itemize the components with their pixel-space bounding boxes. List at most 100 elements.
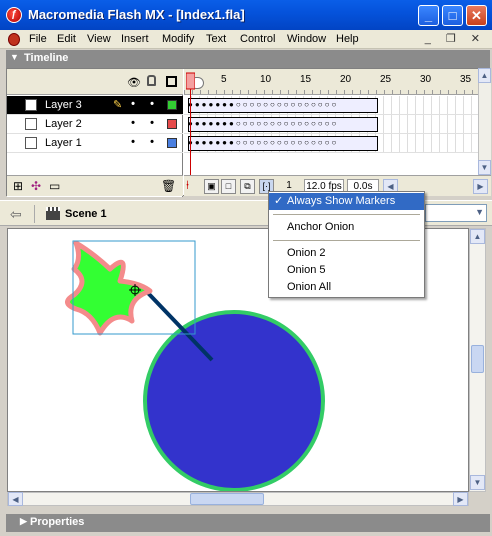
layer-name[interactable]: Layer 2 xyxy=(45,118,82,130)
document-window-buttons[interactable]: _ ❐ ✕ xyxy=(425,32,486,45)
keyframe-dots: ●●●●●●●○○○○○○○○○○○○○○○ xyxy=(188,100,339,109)
layer-row[interactable]: Layer 2 • • xyxy=(7,115,183,134)
insert-layer-icon[interactable]: ⊞ xyxy=(13,179,23,193)
layer-name[interactable]: Layer 1 xyxy=(45,137,82,149)
center-frame-icon[interactable]: ⍿ xyxy=(186,178,189,193)
layer-icon xyxy=(25,137,37,149)
lock-dot[interactable]: • xyxy=(147,136,157,148)
timeline-vertical-scrollbar[interactable]: ▲ ▼ xyxy=(478,68,491,175)
properties-header[interactable]: ▶ Properties xyxy=(6,514,490,532)
layer-name[interactable]: Layer 3 xyxy=(45,99,82,111)
onion-skin-icon[interactable]: ▣ xyxy=(204,179,219,194)
scroll-up-button[interactable]: ▲ xyxy=(470,229,485,244)
frame-row[interactable]: ●●●●●●●○○○○○○○○○○○○○○○ xyxy=(184,134,478,153)
keyframe-dots: ●●●●●●●○○○○○○○○○○○○○○○ xyxy=(188,138,339,147)
menu-separator xyxy=(273,240,420,241)
layer-color-swatch[interactable] xyxy=(167,138,177,148)
zoom-dropdown[interactable]: ▼ xyxy=(425,204,487,222)
title-bar: ƒ Macromedia Flash MX - [Index1.fla] _ □… xyxy=(0,0,492,30)
menu-file[interactable]: File xyxy=(29,33,47,45)
ruler-label: 35 xyxy=(460,74,472,85)
menu-bar: File Edit View Insert Modify Text Contro… xyxy=(0,30,492,49)
visibility-dot[interactable]: • xyxy=(128,98,138,110)
menu-onion-all[interactable]: Onion All xyxy=(269,279,424,296)
visibility-dot[interactable]: • xyxy=(128,117,138,129)
menu-edit[interactable]: Edit xyxy=(57,33,76,45)
menu-item-label: Onion 2 xyxy=(287,247,326,259)
outline-icon[interactable] xyxy=(166,76,177,87)
timeline-panel: 👁 Layer 3 ✎ • • Layer 2 • • Layer 1 • • xyxy=(6,68,491,197)
scene-name[interactable]: Scene 1 xyxy=(65,208,107,220)
chevron-down-icon[interactable]: ▼ xyxy=(475,207,484,217)
lock-icon[interactable] xyxy=(147,75,156,86)
scroll-up-button[interactable]: ▲ xyxy=(478,68,491,83)
onion-outline-icon[interactable]: □ xyxy=(221,179,236,194)
minimize-button[interactable]: _ xyxy=(418,5,439,26)
scroll-thumb[interactable] xyxy=(190,493,264,505)
pencil-icon: ✎ xyxy=(113,99,123,111)
menu-insert[interactable]: Insert xyxy=(121,33,149,45)
blue-circle[interactable] xyxy=(143,310,325,491)
scroll-left-button[interactable]: ◀ xyxy=(8,492,23,506)
timeline-title: Timeline xyxy=(24,52,69,64)
back-arrow-icon[interactable]: ⇦ xyxy=(10,206,22,223)
layer-icon xyxy=(25,118,37,130)
timeline-scroll-right[interactable]: ▶ xyxy=(473,179,488,194)
check-icon: ✓ xyxy=(274,195,284,207)
flash-icon: ƒ xyxy=(6,7,22,23)
layer-row[interactable]: Layer 1 • • xyxy=(7,134,183,153)
lock-dot[interactable]: • xyxy=(147,98,157,110)
collapse-triangle-icon[interactable]: ▼ xyxy=(10,52,19,62)
onion-markers-menu: ✓ Always Show Markers Anchor Onion Onion… xyxy=(268,191,425,298)
document-icon[interactable] xyxy=(8,33,20,46)
lock-dot[interactable]: • xyxy=(147,117,157,129)
maximize-button[interactable]: □ xyxy=(442,5,463,26)
stage-vertical-scrollbar[interactable]: ▲ ▼ xyxy=(469,228,486,492)
scroll-down-button[interactable]: ▼ xyxy=(470,475,485,490)
ruler-label: 5 xyxy=(221,74,227,85)
menu-anchor-onion[interactable]: Anchor Onion xyxy=(269,219,424,236)
close-button[interactable]: ✕ xyxy=(466,5,487,26)
layer-tools: ⊞ ✣ ▭ 🗑 xyxy=(7,175,183,196)
layer-row[interactable]: Layer 3 ✎ • • xyxy=(7,96,183,115)
frame-row[interactable]: ●●●●●●●○○○○○○○○○○○○○○○ xyxy=(184,115,478,134)
eye-icon[interactable]: 👁 xyxy=(127,76,141,89)
trash-icon[interactable]: 🗑 xyxy=(161,179,176,193)
ruler-label: 25 xyxy=(380,74,392,85)
frame-grid[interactable]: 5 10 15 20 25 30 35 ●●●●●●●○○○○○○○○○○○○○… xyxy=(184,69,478,175)
visibility-dot[interactable]: • xyxy=(128,136,138,148)
add-guide-layer-icon[interactable]: ✣ xyxy=(31,179,41,193)
menu-item-label: Always Show Markers xyxy=(287,195,396,207)
menu-always-show-markers[interactable]: ✓ Always Show Markers xyxy=(269,193,424,210)
timeline-header[interactable]: ▼ Timeline xyxy=(6,50,490,68)
frame-row[interactable]: ●●●●●●●○○○○○○○○○○○○○○○ xyxy=(184,96,478,115)
layer-color-swatch[interactable] xyxy=(167,119,177,129)
ruler-label: 20 xyxy=(340,74,352,85)
stage-horizontal-scrollbar[interactable]: ◀ ▶ xyxy=(7,492,469,506)
menu-window[interactable]: Window xyxy=(287,33,326,45)
scroll-thumb[interactable] xyxy=(471,345,484,373)
menu-view[interactable]: View xyxy=(87,33,111,45)
layer-list: 👁 Layer 3 ✎ • • Layer 2 • • Layer 1 • • xyxy=(7,69,183,197)
insert-folder-icon[interactable]: ▭ xyxy=(49,179,60,193)
layer-color-swatch[interactable] xyxy=(167,100,177,110)
menu-item-label: Onion All xyxy=(287,281,332,293)
menu-help[interactable]: Help xyxy=(336,33,359,45)
edit-multiple-frames-icon[interactable]: ⧉ xyxy=(240,179,255,194)
scroll-down-button[interactable]: ▼ xyxy=(478,160,491,175)
frame-ruler[interactable]: 5 10 15 20 25 30 35 xyxy=(184,69,478,95)
star-shape[interactable] xyxy=(65,240,153,336)
divider xyxy=(34,205,35,223)
ruler-label: 30 xyxy=(420,74,432,85)
clapperboard-icon xyxy=(46,207,60,220)
menu-onion-5[interactable]: Onion 5 xyxy=(269,262,424,279)
menu-text[interactable]: Text xyxy=(206,33,226,45)
menu-modify[interactable]: Modify xyxy=(162,33,194,45)
menu-onion-2[interactable]: Onion 2 xyxy=(269,245,424,262)
layer-icon xyxy=(25,99,37,111)
expand-triangle-icon[interactable]: ▶ xyxy=(20,516,27,527)
playhead[interactable] xyxy=(186,69,195,175)
menu-control[interactable]: Control xyxy=(240,33,275,45)
properties-title: Properties xyxy=(30,516,85,528)
scroll-right-button[interactable]: ▶ xyxy=(453,492,468,506)
